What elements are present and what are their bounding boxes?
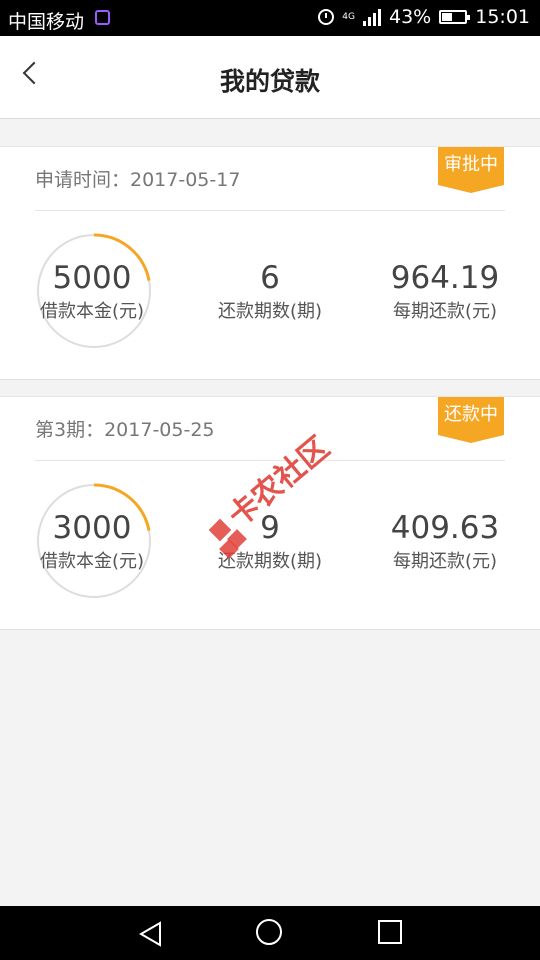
periods-label: 还款期数(期) [217,301,323,322]
nav-recents-icon[interactable] [378,920,402,944]
nav-back-icon[interactable] [138,921,162,947]
status-badge: 还款中 [438,397,504,443]
loan-date-label: 申请时间：2017-05-17 [35,169,241,191]
status-bar: 中国移动 4G 43% 15:01 [0,0,540,36]
carrier-name: 中国移动 [8,11,85,33]
signal-icon [363,8,381,26]
status-badge: 审批中 [438,147,504,193]
periods-stat: 6 还款期数(期) [180,261,360,323]
app-header: 我的贷款 [0,36,540,119]
principal-value: 5000 [52,260,132,296]
clock: 15:01 [475,6,530,28]
periods-value: 6 [260,260,280,296]
network-type: 4G [342,11,355,22]
installment-value: 964.19 [390,260,500,296]
nav-home-icon[interactable] [256,919,282,945]
principal-stat: 5000 借款本金(元) [2,261,182,323]
system-nav-bar [0,906,540,960]
alarm-icon [318,9,335,25]
divider [35,210,505,211]
installment-value: 409.63 [390,510,500,546]
principal-label: 借款本金(元) [39,301,145,322]
principal-value: 3000 [52,510,132,546]
status-icons: 4G 43% 15:01 [318,6,530,28]
periods-label: 还款期数(期) [217,551,323,572]
principal-label: 借款本金(元) [39,551,145,572]
installment-stat: 409.63 每期还款(元) [355,511,535,573]
periods-value: 9 [260,510,280,546]
periods-stat: 9 还款期数(期) [180,511,360,573]
installment-label: 每期还款(元) [392,301,498,322]
gallery-notification-icon [95,10,110,25]
loan-card[interactable]: 第3期：2017-05-25 还款中 3000 借款本金(元) 9 还款期数(期… [0,396,540,630]
principal-stat: 3000 借款本金(元) [2,511,182,573]
battery-percent: 43% [389,6,432,28]
installment-label: 每期还款(元) [392,551,498,572]
divider [35,460,505,461]
loan-date-label: 第3期：2017-05-25 [35,419,215,441]
page-title: 我的贷款 [219,67,320,96]
battery-icon [439,10,471,24]
installment-stat: 964.19 每期还款(元) [355,261,535,323]
loan-card[interactable]: 申请时间：2017-05-17 审批中 5000 借款本金(元) 6 还款期数(… [0,146,540,380]
